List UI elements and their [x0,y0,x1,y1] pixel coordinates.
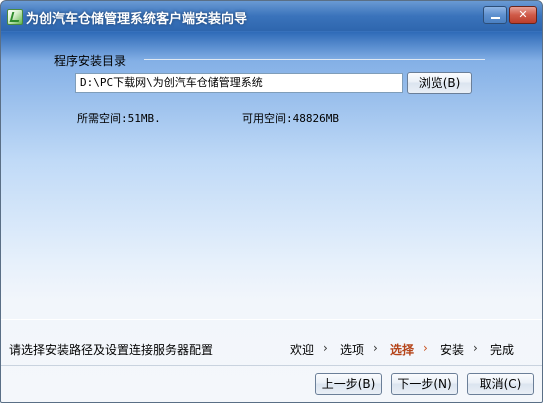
browse-button[interactable]: 浏览(B) [407,72,472,94]
title-bar[interactable]: 为创汽车仓储管理系统客户端安装向导 ✕ [1,1,542,31]
window-title: 为创汽车仓储管理系统客户端安装向导 [26,12,248,27]
step-select: 选择 [390,343,415,357]
install-path-input[interactable]: D:\PC下载网\为创汽车仓储管理系统 [75,73,403,93]
next-button[interactable]: 下一步(N) [391,373,458,395]
minimize-button[interactable] [483,6,507,24]
cancel-button[interactable]: 取消(C) [467,373,534,395]
status-divider [1,319,542,320]
button-bar-divider [1,365,542,366]
installer-window: 为创汽车仓储管理系统客户端安装向导 ✕ 程序安装目录 D:\PC下载网\为创汽车… [0,0,543,403]
status-hint: 请选择安装路径及设置连接服务器配置 [9,343,214,357]
chevron-right-icon: › [323,341,328,355]
step-install: 安装 [440,343,465,357]
chevron-right-icon: › [423,341,428,355]
install-dir-label: 程序安装目录 [54,54,127,68]
app-icon [7,9,23,25]
chevron-right-icon: › [373,341,378,355]
close-button[interactable]: ✕ [509,6,537,24]
step-options: 选项 [340,343,365,357]
previous-button[interactable]: 上一步(B) [315,373,382,395]
step-welcome: 欢迎 [290,343,315,357]
chevron-right-icon: › [473,341,478,355]
required-space-text: 所需空间:51MB. [77,112,161,125]
group-divider [144,59,485,60]
step-finish: 完成 [490,343,515,357]
available-space-text: 可用空间:48826MB [242,112,339,125]
